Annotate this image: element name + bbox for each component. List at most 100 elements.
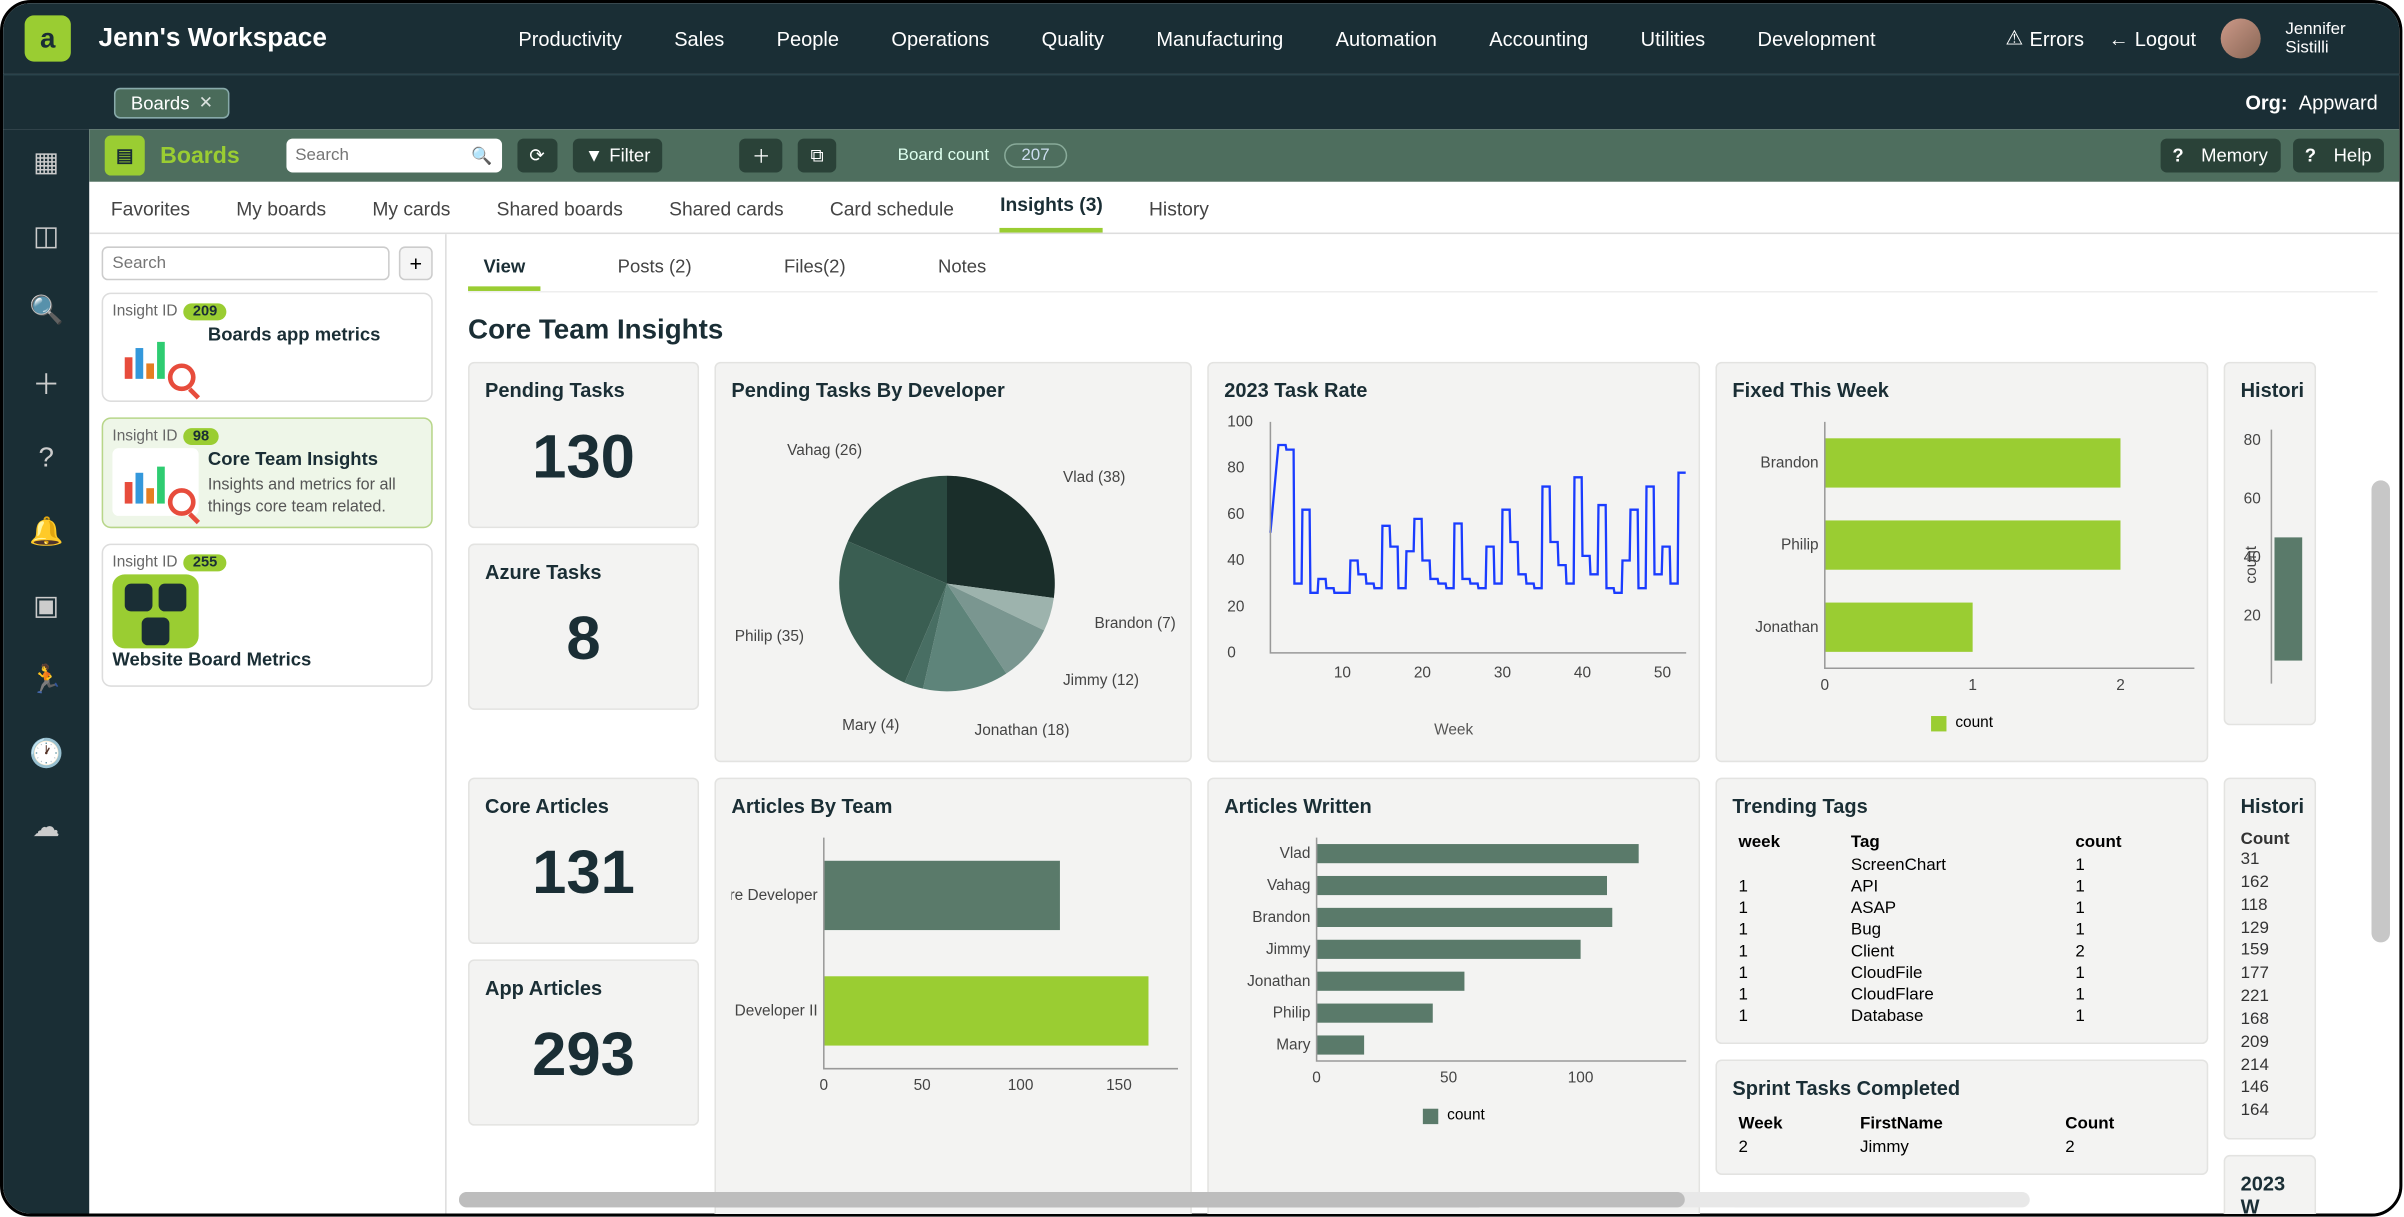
logout-button[interactable]: ←Logout xyxy=(2109,27,2196,50)
add-insight-button[interactable]: + xyxy=(399,246,433,280)
refresh-button[interactable]: ⟳ xyxy=(517,139,557,173)
svg-text:60: 60 xyxy=(2244,491,2261,508)
board-count: 207 xyxy=(1004,143,1066,168)
kpi-core-articles: Core Articles131 xyxy=(468,778,699,944)
svg-text:Philip: Philip xyxy=(1781,537,1819,554)
table-historic-partial: Histori Count 31162118129159177221168209… xyxy=(2224,778,2316,1140)
svg-text:Brandon: Brandon xyxy=(1761,455,1819,472)
svg-text:Jonathan: Jonathan xyxy=(1755,619,1818,636)
bell-icon[interactable]: 🔔 xyxy=(29,514,63,548)
tab-sharedcards[interactable]: Shared cards xyxy=(669,199,784,233)
tab-favorites[interactable]: Favorites xyxy=(111,199,190,233)
nav-quality[interactable]: Quality xyxy=(1042,27,1104,50)
avatar[interactable] xyxy=(2221,18,2261,58)
user-name: Jennifer Sistilli xyxy=(2285,20,2377,57)
nav-automation[interactable]: Automation xyxy=(1336,27,1437,50)
view-tabs: View Posts (2) Files(2) Notes xyxy=(468,246,2378,292)
insight-search-input[interactable] xyxy=(102,246,390,280)
tab-sharedboards[interactable]: Shared boards xyxy=(497,199,623,233)
nav-manufacturing[interactable]: Manufacturing xyxy=(1156,27,1283,50)
insight-card[interactable]: Insight ID209 Boards app metrics xyxy=(102,293,433,402)
insight-card[interactable]: Insight ID255 Website Board Metrics xyxy=(102,544,433,687)
app-logo[interactable]: a xyxy=(25,15,71,61)
errors-button[interactable]: ⚠Errors xyxy=(2005,26,2084,51)
nav-utilities[interactable]: Utilities xyxy=(1641,27,1706,50)
cloud-icon[interactable]: ☁ xyxy=(29,810,63,844)
svg-text:1: 1 xyxy=(1968,677,1977,694)
svg-text:Philip (35): Philip (35) xyxy=(735,628,804,645)
card-historic-partial: Histori 80604020count xyxy=(2224,362,2316,725)
viewtab-view[interactable]: View xyxy=(468,246,541,291)
chart-articles-by-team: Articles By Team Core DeveloperApp Devel… xyxy=(715,778,1192,1214)
svg-text:40: 40 xyxy=(1227,552,1244,569)
add-icon[interactable]: ＋ xyxy=(29,367,63,401)
svg-text:Vahag (26): Vahag (26) xyxy=(787,442,862,459)
help-button[interactable]: ? Help xyxy=(2292,139,2383,173)
tab-mycards[interactable]: My cards xyxy=(372,199,450,233)
chat-icon[interactable]: ▣ xyxy=(29,588,63,622)
search-input[interactable]: 🔍 xyxy=(286,139,502,173)
svg-text:Jimmy (12): Jimmy (12) xyxy=(1063,672,1139,689)
nav-people[interactable]: People xyxy=(777,27,839,50)
svg-text:count: count xyxy=(2243,545,2260,583)
memory-button[interactable]: ? Memory xyxy=(2160,139,2280,173)
viewtab-files[interactable]: Files(2) xyxy=(769,246,861,291)
nav-accounting[interactable]: Accounting xyxy=(1489,27,1588,50)
page-title: Core Team Insights xyxy=(468,314,2378,346)
clock-icon[interactable]: 🕐 xyxy=(29,736,63,770)
close-icon[interactable]: ✕ xyxy=(199,92,213,112)
svg-text:40: 40 xyxy=(1574,665,1591,682)
chart-articles-written: Articles Written VladVahagBrandonJimmyJo… xyxy=(1207,778,1700,1214)
svg-text:100: 100 xyxy=(1008,1077,1034,1094)
kpi-azure-tasks: Azure Tasks8 xyxy=(468,544,699,710)
svg-text:60: 60 xyxy=(1227,506,1244,523)
svg-text:80: 80 xyxy=(2244,432,2261,449)
nav-development[interactable]: Development xyxy=(1758,27,1876,50)
chart-pending-by-developer: Pending Tasks By Developer Vlad (38)Bran… xyxy=(715,362,1192,762)
help-icon[interactable]: ? xyxy=(29,440,63,474)
svg-text:30: 30 xyxy=(1494,665,1511,682)
viewtab-notes[interactable]: Notes xyxy=(923,246,1002,291)
arrow-left-icon: ← xyxy=(2109,27,2129,50)
svg-text:2: 2 xyxy=(2116,677,2125,694)
add-button[interactable]: ＋ xyxy=(740,139,783,173)
main-area: ▤ Boards 🔍 ⟳ ▼Filter ＋ ⧉ Board count 207… xyxy=(89,129,2399,1213)
kpi-pending-tasks: Pending Tasks130 xyxy=(468,362,699,528)
svg-text:Jonathan: Jonathan xyxy=(1247,973,1310,990)
chart-fixed-this-week: Fixed This Week BrandonPhilipJonathan012… xyxy=(1716,362,2209,762)
search-icon[interactable]: 🔍 xyxy=(29,293,63,327)
svg-text:0: 0 xyxy=(820,1077,829,1094)
nav-operations[interactable]: Operations xyxy=(891,27,989,50)
tab-cardschedule[interactable]: Card schedule xyxy=(830,199,954,233)
apps-icon[interactable]: ▦ xyxy=(29,145,63,179)
widget-thumb-icon xyxy=(112,575,198,649)
run-icon[interactable]: 🏃 xyxy=(29,662,63,696)
copy-button[interactable]: ⧉ xyxy=(798,139,836,173)
insight-card[interactable]: Insight ID98 Core Team Insights Insights… xyxy=(102,417,433,528)
nav-productivity[interactable]: Productivity xyxy=(518,27,621,50)
nav-sales[interactable]: Sales xyxy=(674,27,724,50)
svg-text:20: 20 xyxy=(1227,598,1244,615)
svg-text:Jimmy: Jimmy xyxy=(1266,941,1311,958)
svg-text:50: 50 xyxy=(1440,1070,1457,1087)
vertical-scrollbar[interactable] xyxy=(2372,480,2390,1167)
svg-text:150: 150 xyxy=(1106,1077,1132,1094)
tab-history[interactable]: History xyxy=(1149,199,1209,233)
svg-text:0: 0 xyxy=(1821,677,1830,694)
top-nav: Productivity Sales People Operations Qua… xyxy=(389,27,2006,50)
org-label: Org: Appward xyxy=(2245,91,2377,114)
boards-app-icon[interactable]: ▤ xyxy=(105,136,145,176)
dashboard-icon[interactable]: ◫ xyxy=(29,219,63,253)
tab-insights[interactable]: Insights (3) xyxy=(1000,194,1103,233)
app-title: Boards xyxy=(160,142,240,168)
tab-myboards[interactable]: My boards xyxy=(236,199,326,233)
svg-text:Vlad (38): Vlad (38) xyxy=(1063,469,1125,486)
svg-text:80: 80 xyxy=(1227,460,1244,477)
board-count-label: Board count xyxy=(898,146,989,164)
svg-text:Philip: Philip xyxy=(1273,1005,1311,1022)
horizontal-scrollbar[interactable] xyxy=(459,1192,2030,1207)
filter-button[interactable]: ▼Filter xyxy=(572,139,662,173)
tab-boards-chip[interactable]: Boards ✕ xyxy=(114,87,230,118)
viewtab-posts[interactable]: Posts (2) xyxy=(602,246,707,291)
kpi-app-articles: App Articles293 xyxy=(468,959,699,1125)
